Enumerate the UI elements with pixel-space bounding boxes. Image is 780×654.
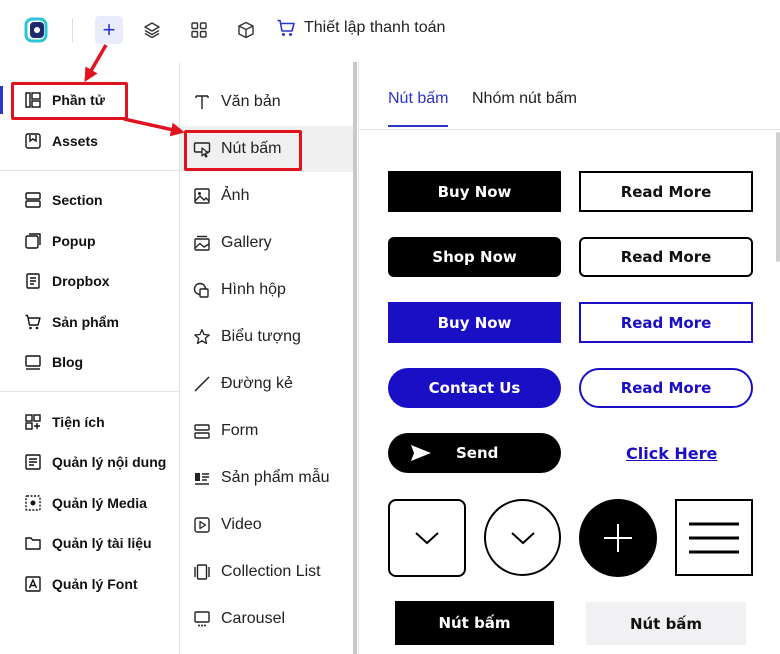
annotation-arrows (84, 44, 185, 137)
annotation-arrow-to-button (123, 117, 185, 137)
annotation-arrow-to-elements (84, 44, 108, 83)
